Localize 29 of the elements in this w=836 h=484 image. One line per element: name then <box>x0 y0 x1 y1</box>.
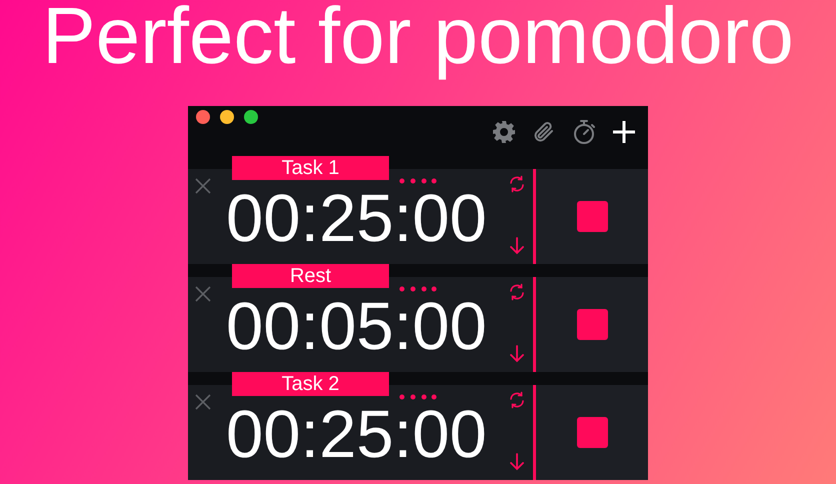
timer-time[interactable]: 00:25:00 <box>226 401 487 468</box>
down-arrow-icon[interactable] <box>510 345 524 363</box>
timer-label[interactable]: Rest <box>232 264 389 288</box>
dots-icon[interactable] <box>399 286 437 292</box>
down-arrow-icon[interactable] <box>510 237 524 255</box>
timer-time[interactable]: 00:25:00 <box>226 185 487 252</box>
repeat-icon[interactable] <box>508 175 526 193</box>
timer-time[interactable]: 00:05:00 <box>226 293 487 360</box>
settings-icon[interactable] <box>492 120 516 144</box>
add-icon[interactable] <box>612 120 636 144</box>
close-icon[interactable] <box>195 286 211 302</box>
close-window-button[interactable] <box>196 110 210 124</box>
dots-icon[interactable] <box>399 394 437 400</box>
dots-icon[interactable] <box>399 178 437 184</box>
timer-label[interactable]: Task 1 <box>232 156 389 180</box>
timer-label[interactable]: Task 2 <box>232 372 389 396</box>
stop-button[interactable] <box>576 417 608 448</box>
zoom-window-button[interactable] <box>244 110 258 124</box>
headline: Perfect for pomodoro <box>42 0 794 82</box>
minimize-window-button[interactable] <box>220 110 234 124</box>
stop-button[interactable] <box>576 201 608 232</box>
close-icon[interactable] <box>195 394 211 410</box>
stop-button[interactable] <box>576 309 608 340</box>
close-icon[interactable] <box>195 178 211 194</box>
repeat-icon[interactable] <box>508 391 526 409</box>
down-arrow-icon[interactable] <box>510 453 524 471</box>
stopwatch-icon[interactable] <box>572 119 596 145</box>
paperclip-icon[interactable] <box>532 120 556 144</box>
repeat-icon[interactable] <box>508 283 526 301</box>
